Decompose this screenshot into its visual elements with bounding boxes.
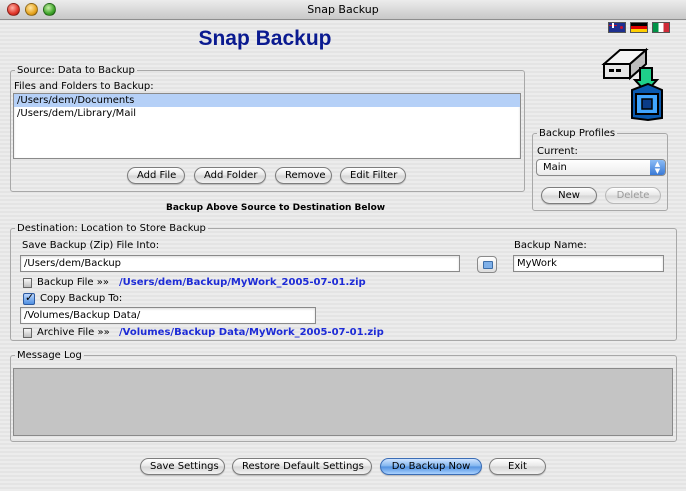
document-icon [23, 328, 32, 338]
save-into-label: Save Backup (Zip) File Into: [22, 240, 160, 251]
add-file-button[interactable]: Add File [127, 167, 185, 184]
copy-path-field[interactable]: /Volumes/Backup Data/ [20, 307, 316, 324]
source-file-list[interactable]: /Users/dem/Documents /Users/dem/Library/… [13, 93, 521, 159]
list-item[interactable]: /Users/dem/Documents [14, 94, 520, 107]
new-zealand-flag-icon[interactable] [608, 22, 626, 33]
delete-profile-button[interactable]: Delete [605, 187, 661, 204]
backup-name-label: Backup Name: [514, 240, 587, 251]
new-profile-button[interactable]: New [541, 187, 597, 204]
window-title: Snap Backup [307, 3, 379, 16]
backup-file-path: /Users/dem/Backup/MyWork_2005-07-01.zip [119, 277, 366, 288]
remove-button[interactable]: Remove [275, 167, 332, 184]
copy-backup-checkbox[interactable] [23, 291, 35, 305]
italy-flag-icon[interactable] [652, 22, 670, 33]
archive-file-label: Archive File »» [37, 327, 110, 338]
exit-button[interactable]: Exit [489, 458, 546, 475]
app-title: Snap Backup [198, 27, 332, 50]
list-item[interactable]: /Users/dem/Library/Mail [14, 107, 520, 120]
copy-backup-label[interactable]: Copy Backup To: [40, 293, 122, 304]
message-log-area[interactable] [13, 368, 673, 436]
profile-select-value: Main [543, 162, 567, 173]
document-icon [23, 278, 32, 288]
chevron-up-down-icon: ▲ ▼ [650, 160, 665, 175]
backup-file-label: Backup File »» [37, 277, 109, 288]
current-profile-label: Current: [537, 146, 578, 157]
window-titlebar: Snap Backup [0, 0, 686, 20]
do-backup-now-button[interactable]: Do Backup Now [380, 458, 482, 475]
profile-select[interactable]: Main ▲ ▼ [536, 159, 666, 176]
files-folders-label: Files and Folders to Backup: [14, 81, 154, 92]
choose-folder-button[interactable] [477, 256, 497, 273]
restore-defaults-button[interactable]: Restore Default Settings [232, 458, 372, 475]
backup-name-field[interactable]: MyWork [513, 255, 664, 272]
message-log-legend: Message Log [17, 350, 82, 361]
destination-legend: Destination: Location to Store Backup [17, 223, 206, 234]
source-legend: Source: Data to Backup [17, 65, 135, 76]
save-settings-button[interactable]: Save Settings [140, 458, 225, 475]
backup-profiles-legend: Backup Profiles [539, 128, 616, 139]
edit-filter-button[interactable]: Edit Filter [340, 167, 406, 184]
flow-caption: Backup Above Source to Destination Below [166, 203, 386, 213]
germany-flag-icon[interactable] [630, 22, 648, 33]
backup-drive-logo-icon [601, 47, 663, 122]
save-path-field[interactable]: /Users/dem/Backup [20, 255, 460, 272]
archive-file-path: /Volumes/Backup Data/MyWork_2005-07-01.z… [119, 327, 384, 338]
add-folder-button[interactable]: Add Folder [194, 167, 266, 184]
